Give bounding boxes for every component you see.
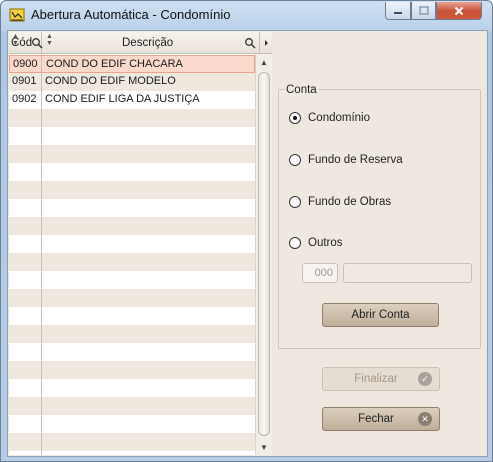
window-client: ▲ ▼ Cód ▲ ▼ Descrição 0900 COND DO EDIF CH…: [7, 30, 488, 457]
close-icon: [454, 6, 464, 15]
finalizar-button[interactable]: Finalizar ✓: [322, 367, 440, 391]
maximize-button[interactable]: [411, 2, 436, 20]
empty-row: [9, 181, 255, 199]
column-header-descricao[interactable]: ▲ ▼ Descrição: [42, 32, 260, 54]
minimize-button[interactable]: [385, 2, 411, 20]
radio-checked-icon[interactable]: [289, 112, 301, 124]
grid-header: ▲ ▼ Cód ▲ ▼ Descrição: [9, 32, 272, 54]
empty-row: [9, 217, 255, 235]
vertical-scrollbar[interactable]: ▲ ▼: [255, 54, 272, 455]
radio-fundo-de-reserva[interactable]: Fundo de Reserva: [289, 152, 403, 168]
column-header-cod[interactable]: ▲ ▼ Cód: [9, 32, 43, 54]
window-title: Abertura Automática - Condomínio: [31, 7, 231, 22]
scroll-up-button[interactable]: ▲: [256, 54, 272, 70]
cell-cod: 0902: [12, 93, 37, 105]
cell-cod: 0901: [12, 75, 37, 87]
app-window: Abertura Automática - Condomínio ▲ ▼ Cód …: [0, 0, 493, 462]
condominio-grid[interactable]: ▲ ▼ Cód ▲ ▼ Descrição 0900 COND DO EDIF CH…: [9, 32, 272, 455]
app-logo-icon: [9, 8, 25, 22]
table-row[interactable]: 0902 COND EDIF LIGA DA JUSTIÇA: [9, 91, 255, 109]
radio-unchecked-icon[interactable]: [289, 237, 301, 249]
scrollbar-thumb[interactable]: [258, 72, 270, 436]
fechar-button[interactable]: Fechar ✕: [322, 407, 440, 431]
column-label-descricao: Descrição: [122, 37, 174, 49]
outros-description-input[interactable]: [343, 263, 472, 283]
conta-legend: Conta: [284, 84, 319, 96]
empty-row: [9, 289, 255, 307]
title-bar[interactable]: Abertura Automática - Condomínio: [1, 1, 492, 29]
empty-row: [9, 433, 255, 451]
cell-descricao: COND DO EDIF MODELO: [45, 75, 176, 87]
arrow-up-icon: ▲: [260, 57, 268, 67]
empty-row: [9, 145, 255, 163]
radio-unchecked-icon[interactable]: [289, 154, 301, 166]
empty-row: [9, 325, 255, 343]
radio-label: Outros: [308, 237, 343, 249]
arrow-down-icon: ▼: [260, 442, 268, 452]
chevron-right-icon: [265, 40, 268, 46]
outros-code-input[interactable]: 000: [302, 263, 338, 283]
column-divider: [41, 54, 42, 455]
sort-icon: ▲ ▼: [46, 33, 53, 47]
abrir-conta-label: Abrir Conta: [351, 309, 410, 321]
empty-row: [9, 361, 255, 379]
radio-label: Fundo de Obras: [308, 196, 392, 208]
table-row[interactable]: 0901 COND DO EDIF MODELO: [9, 73, 255, 91]
radio-label: Fundo de Reserva: [308, 154, 403, 166]
grid-rows: 0900 COND DO EDIF CHACARA 0901 COND DO E…: [9, 54, 255, 455]
empty-row: [9, 253, 255, 271]
cell-cod: 0900: [13, 58, 38, 70]
check-icon: ✓: [418, 372, 432, 386]
finalizar-label: Finalizar: [354, 373, 398, 385]
close-icon: ✕: [418, 412, 432, 426]
radio-fundo-de-obras[interactable]: Fundo de Obras: [289, 194, 391, 210]
radio-label: Condomínio: [308, 112, 371, 124]
cell-descricao: COND EDIF LIGA DA JUSTIÇA: [45, 93, 200, 105]
close-window-button[interactable]: [436, 2, 482, 20]
fechar-label: Fechar: [358, 413, 394, 425]
minimize-icon: [394, 11, 402, 14]
radio-unchecked-icon[interactable]: [289, 196, 301, 208]
column-scroll-right-button[interactable]: [260, 32, 272, 54]
table-row[interactable]: 0900 COND DO EDIF CHACARA: [9, 55, 255, 73]
radio-condominio[interactable]: Condomínio: [289, 110, 370, 126]
maximize-icon: [418, 6, 429, 15]
scroll-down-button[interactable]: ▼: [256, 439, 272, 455]
column-label-cod: Cód: [11, 37, 33, 49]
empty-row: [9, 109, 255, 127]
cell-descricao: COND DO EDIF CHACARA: [46, 58, 183, 70]
abrir-conta-button[interactable]: Abrir Conta: [322, 303, 439, 327]
radio-outros[interactable]: Outros: [289, 235, 343, 251]
empty-row: [9, 397, 255, 415]
search-icon[interactable]: [244, 37, 256, 49]
